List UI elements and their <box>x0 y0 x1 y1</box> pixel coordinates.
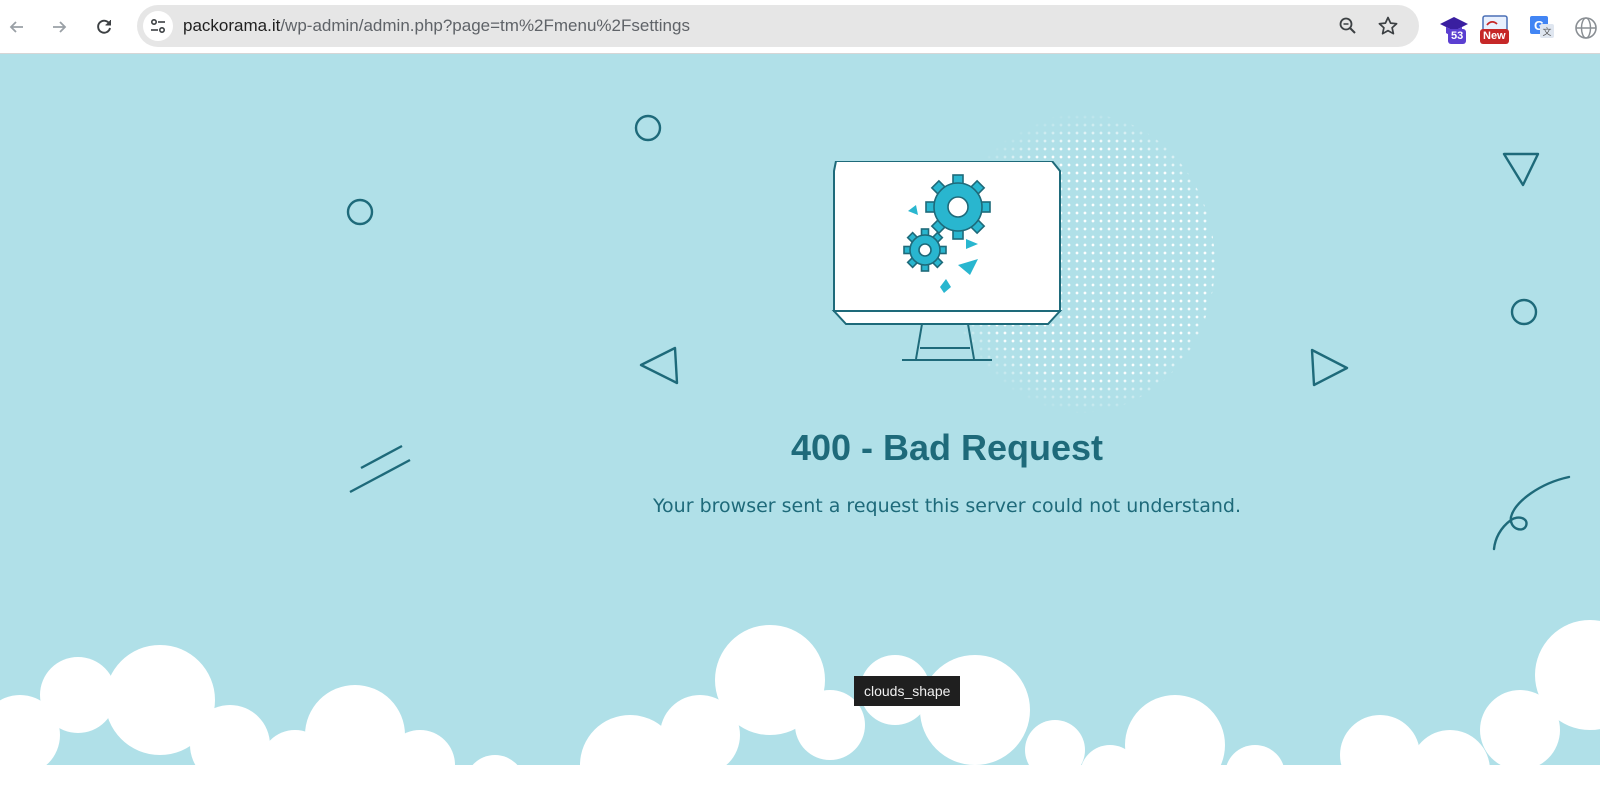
url-text[interactable]: packorama.it/wp-admin/admin.php?page=tm%… <box>183 16 690 36</box>
svg-text:文: 文 <box>1542 26 1551 38</box>
monitor-gears-icon <box>831 161 1063 361</box>
forward-arrow-icon <box>53 21 67 33</box>
browser-toolbar: packorama.it/wp-admin/admin.php?page=tm%… <box>0 0 1600 54</box>
reload-icon <box>97 19 111 34</box>
site-info-button[interactable] <box>143 11 173 41</box>
error-page: 400 - Bad Request Your browser sent a re… <box>0 55 1600 802</box>
extension-badge-new: New <box>1480 29 1509 44</box>
url-path: /wp-admin/admin.php?page=tm%2Fmenu%2Fset… <box>280 16 690 35</box>
circle-outline-icon <box>1510 298 1538 326</box>
new-extension[interactable]: New <box>1479 12 1511 44</box>
circle-outline-icon <box>346 198 374 226</box>
globe-icon <box>1575 17 1597 39</box>
back-arrow-icon <box>9 21 23 33</box>
reload-button[interactable] <box>87 10 121 44</box>
graduation-cap-extension[interactable]: 53 <box>1438 12 1470 44</box>
tune-icon <box>150 18 166 34</box>
error-title: 400 - Bad Request <box>790 427 1104 468</box>
globe-extension[interactable] <box>1572 12 1600 44</box>
triangle-left-outline-icon <box>639 346 679 385</box>
circle-outline-icon <box>634 114 662 142</box>
translate-extension[interactable]: G文 <box>1527 12 1559 44</box>
extension-badge-count: 53 <box>1448 29 1467 44</box>
bookmark-star-icon[interactable] <box>1376 14 1400 38</box>
triangle-right-outline-icon <box>1310 348 1349 387</box>
url-domain: packorama.it <box>183 16 281 35</box>
google-translate-icon: G文 <box>1530 16 1554 38</box>
back-button[interactable] <box>0 10 34 44</box>
tooltip: clouds_shape <box>854 676 961 706</box>
address-bar[interactable]: packorama.it/wp-admin/admin.php?page=tm%… <box>137 5 1419 47</box>
forward-button[interactable] <box>42 10 76 44</box>
error-message: Your browser sent a request this server … <box>652 495 1242 517</box>
clouds-shape <box>0 620 1600 802</box>
zoom-icon[interactable] <box>1336 14 1360 38</box>
triangle-down-outline-icon <box>1502 152 1540 187</box>
